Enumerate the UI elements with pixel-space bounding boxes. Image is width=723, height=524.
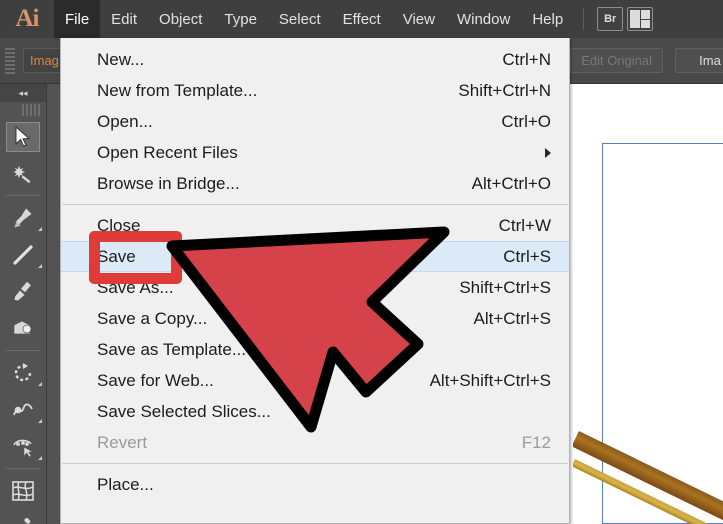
mesh-tool-icon (6, 476, 40, 506)
menu-item-shortcut: Alt+Ctrl+S (473, 308, 551, 328)
menu-separator (62, 204, 568, 205)
tool-more-indicator (38, 419, 42, 423)
tool-shape-builder[interactable] (0, 310, 45, 347)
menu-item-place[interactable]: Place... (61, 469, 569, 500)
menu-bar: Ai File Edit Object Type Select Effect V… (0, 0, 723, 38)
menu-item-shortcut: Shift+Ctrl+N (458, 80, 551, 100)
menu-item-label: Save As... (97, 277, 174, 297)
menubar-item-select[interactable]: Select (268, 0, 332, 38)
image-trace-button[interactable]: Ima (675, 48, 723, 73)
menubar-item-object[interactable]: Object (148, 0, 213, 38)
menubar-item-view[interactable]: View (392, 0, 446, 38)
tool-rotate[interactable] (0, 354, 45, 391)
menu-item-save-for-web[interactable]: Save for Web... Alt+Shift+Ctrl+S (61, 365, 569, 396)
menu-item-label: Revert (97, 432, 148, 452)
menu-item-save-a-copy[interactable]: Save a Copy... Alt+Ctrl+S (61, 303, 569, 334)
tool-line-segment[interactable] (0, 236, 45, 273)
tool-magic-wand[interactable] (0, 155, 45, 192)
menu-item-label: Open... (97, 111, 153, 131)
tool-more-indicator (38, 456, 42, 460)
magic-wand-tool-icon (6, 159, 40, 189)
menu-item-new[interactable]: New... Ctrl+N (61, 44, 569, 75)
shape-builder-tool-icon (6, 314, 40, 344)
eyedropper-tool-icon (6, 513, 40, 524)
menu-item-label: Close (97, 215, 141, 235)
menu-item-save-selected-slices[interactable]: Save Selected Slices... (61, 396, 569, 427)
tool-mesh[interactable] (0, 472, 45, 509)
submenu-arrow-icon (545, 147, 551, 158)
menu-item-save-as[interactable]: Save As... Shift+Ctrl+S (61, 272, 569, 303)
menu-item-shortcut: F12 (521, 432, 551, 452)
tools-divider (6, 468, 40, 469)
menu-item-label: Save (97, 246, 136, 266)
menubar-item-effect[interactable]: Effect (332, 0, 392, 38)
menu-item-open-recent-files[interactable]: Open Recent Files (61, 137, 569, 168)
tool-pen[interactable] (0, 199, 45, 236)
menu-item-shortcut: Alt+Ctrl+O (471, 173, 551, 193)
menu-item-open[interactable]: Open... Ctrl+O (61, 106, 569, 137)
menu-item-label: Save as Template... (97, 339, 246, 359)
menu-item-shortcut: Shift+Ctrl+S (459, 277, 551, 297)
tools-divider (6, 350, 40, 351)
menubar-item-window[interactable]: Window (446, 0, 521, 38)
tools-collapse-button[interactable]: ◂◂ (0, 84, 46, 102)
tool-width[interactable] (0, 391, 45, 428)
menu-item-label: Save for Web... (97, 370, 214, 390)
menubar-item-help[interactable]: Help (521, 0, 574, 38)
artboard[interactable] (565, 84, 723, 524)
tool-free-transform[interactable] (0, 428, 45, 465)
paintbrush-tool-icon (6, 277, 40, 307)
pen-tool-icon (6, 203, 40, 233)
menu-item-shortcut: Alt+Shift+Ctrl+S (429, 370, 551, 390)
menu-item-shortcut: Ctrl+S (503, 246, 551, 266)
menu-item-browse-in-bridge[interactable]: Browse in Bridge... Alt+Ctrl+O (61, 168, 569, 199)
arrange-documents-icon[interactable] (627, 7, 654, 31)
tools-panel-grip[interactable] (22, 104, 40, 116)
tool-paintbrush[interactable] (0, 273, 45, 310)
app-logo: Ai (15, 5, 40, 32)
menu-item-close[interactable]: Close Ctrl+W (61, 210, 569, 241)
artwork-object[interactable] (573, 419, 723, 524)
tools-divider (6, 195, 40, 196)
menu-item-shortcut: Ctrl+O (501, 111, 551, 131)
menu-item-label: Open Recent Files (97, 142, 238, 162)
selection-tool-icon (5, 121, 40, 152)
width-tool-icon (6, 395, 40, 425)
menubar-divider (583, 8, 585, 30)
tool-selection[interactable] (0, 118, 45, 155)
menu-item-shortcut: Ctrl+N (502, 49, 551, 69)
menu-item-label: Browse in Bridge... (97, 173, 240, 193)
edit-original-button[interactable]: Edit Original (570, 48, 663, 73)
menu-item-label: New... (97, 49, 145, 69)
menu-item-save-as-template[interactable]: Save as Template... (61, 334, 569, 365)
tool-more-indicator (38, 227, 42, 231)
menubar-item-type[interactable]: Type (213, 0, 268, 38)
menu-item-shortcut: Ctrl+W (498, 215, 551, 235)
tool-eyedropper[interactable] (0, 509, 45, 524)
tools-panel: ◂◂ (0, 84, 47, 524)
file-menu-dropdown: New... Ctrl+N New from Template... Shift… (60, 38, 570, 524)
rotate-tool-icon (6, 358, 40, 388)
menu-item-label: Place... (97, 474, 154, 494)
menu-item-new-from-template[interactable]: New from Template... Shift+Ctrl+N (61, 75, 569, 106)
menu-item-label: Save a Copy... (97, 308, 208, 328)
control-bar-grip[interactable] (5, 47, 15, 74)
tool-more-indicator (38, 382, 42, 386)
grid-glyph (630, 10, 651, 28)
menubar-item-edit[interactable]: Edit (100, 0, 148, 38)
line-segment-tool-icon (6, 240, 40, 270)
menu-item-label: New from Template... (97, 80, 258, 100)
menu-item-revert: Revert F12 (61, 427, 569, 458)
free-transform-tool-icon (6, 432, 40, 462)
menu-item-label: Save Selected Slices... (97, 401, 271, 421)
menu-separator (62, 463, 568, 464)
tool-more-indicator (38, 264, 42, 268)
bridge-icon[interactable]: Br (597, 7, 624, 31)
menubar-item-file[interactable]: File (54, 0, 101, 38)
menu-item-save[interactable]: Save Ctrl+S (61, 241, 569, 272)
illustrator-window: Ai File Edit Object Type Select Effect V… (0, 0, 723, 524)
